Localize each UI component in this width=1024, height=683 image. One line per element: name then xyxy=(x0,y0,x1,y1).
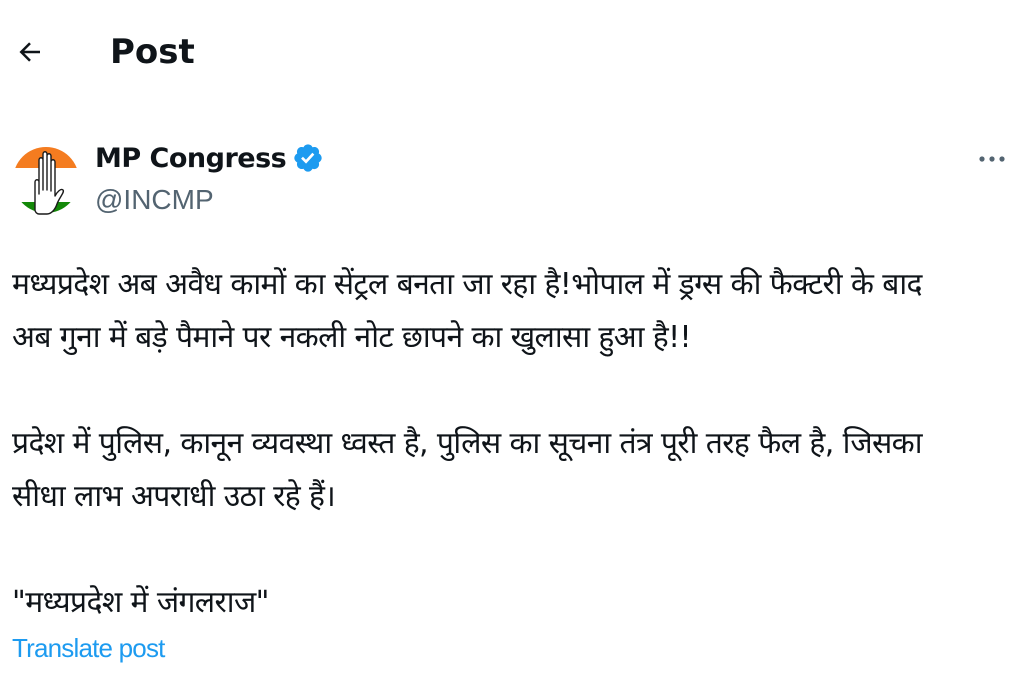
post-header: Post xyxy=(0,0,1024,104)
post-line: सीधा लाभ अपराधी उठा रहे हैं। xyxy=(12,479,336,514)
post-line: प्रदेश में पुलिस, कानून व्यवस्था ध्वस्त … xyxy=(12,426,922,461)
more-horizontal-icon xyxy=(979,156,1005,162)
page-title: Post xyxy=(110,32,195,72)
display-name[interactable]: MP Congress xyxy=(95,143,287,174)
arrow-left-icon xyxy=(19,42,40,62)
post-line: मध्यप्रदेश अब अवैध कामों का सेंट्रल बनता… xyxy=(12,267,922,302)
congress-hand-logo-icon xyxy=(13,147,79,215)
back-button[interactable] xyxy=(10,32,50,72)
display-name-row: MP Congress xyxy=(95,138,324,178)
post-line: "मध्यप्रदेश में जंगलराज" xyxy=(12,585,269,620)
avatar[interactable] xyxy=(13,136,79,224)
author-block: MP Congress @INCMP xyxy=(95,138,324,218)
post-line: अब गुना में बड़े पैमाने पर नकली नोट छापन… xyxy=(12,320,692,355)
post-text: मध्यप्रदेश अब अवैध कामों का सेंट्रल बनता… xyxy=(12,258,1016,629)
verified-badge-icon[interactable] xyxy=(292,142,324,174)
more-options-button[interactable] xyxy=(972,144,1012,174)
user-handle[interactable]: @INCMP xyxy=(95,182,324,218)
translate-post-link[interactable]: Translate post xyxy=(12,633,165,664)
